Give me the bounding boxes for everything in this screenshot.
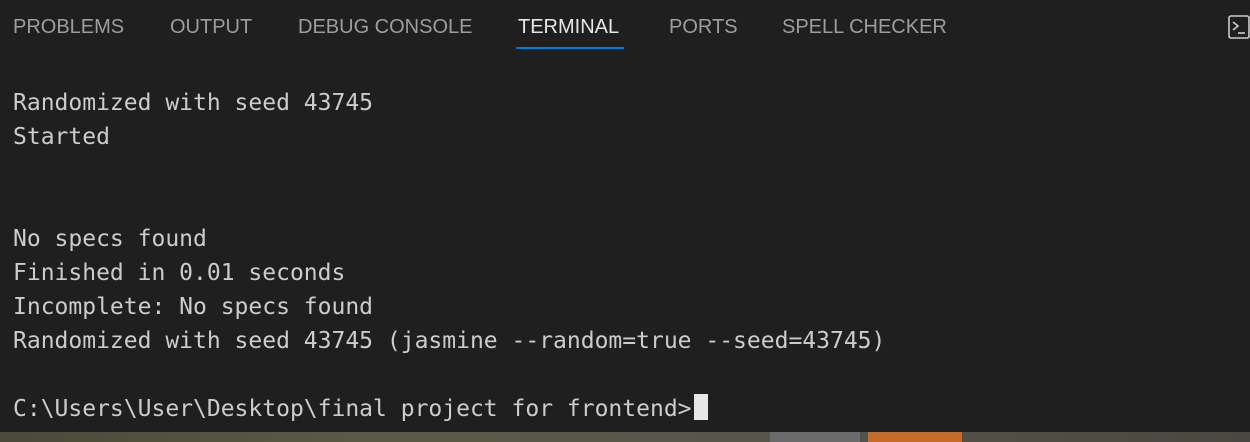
terminal-icon[interactable] [1228,14,1250,40]
tab-debug-console[interactable]: DEBUG CONSOLE [298,15,472,39]
terminal-prompt-line[interactable]: C:\Users\User\Desktop\final project for … [13,392,1243,426]
terminal-line: No specs found [13,226,207,252]
terminal-output[interactable]: Randomized with seed 43745 Started No sp… [13,86,1243,426]
tab-spell-checker[interactable]: SPELL CHECKER [782,15,947,39]
tab-ports[interactable]: PORTS [669,15,738,39]
desktop-background-block [770,432,860,442]
terminal-line: Started [13,124,110,150]
terminal-line: Finished in 0.01 seconds [13,260,346,286]
tab-output[interactable]: OUTPUT [170,15,252,39]
terminal-line: Randomized with seed 43745 [13,90,374,116]
desktop-background-strip [0,432,1250,442]
bottom-panel: PROBLEMS OUTPUT DEBUG CONSOLE TERMINAL P… [0,0,1250,442]
tab-terminal[interactable]: TERMINAL [518,15,619,39]
tab-problems[interactable]: PROBLEMS [13,15,124,39]
terminal-prompt: C:\Users\User\Desktop\final project for … [13,396,692,422]
terminal-line: Incomplete: No specs found [13,294,374,320]
terminal-cursor [693,394,708,420]
active-tab-indicator [516,47,624,49]
terminal-line: Randomized with seed 43745 (jasmine --ra… [13,328,886,354]
panel-tab-bar: PROBLEMS OUTPUT DEBUG CONSOLE TERMINAL P… [0,0,1250,54]
desktop-background-block [868,432,962,442]
